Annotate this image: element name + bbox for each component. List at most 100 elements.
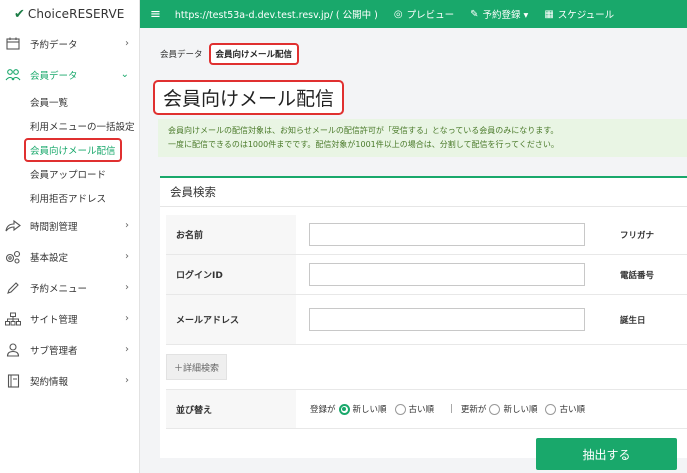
booking-label: 予約登録 ▾ <box>482 10 529 21</box>
search-row-login-id: ログインID 電話番号 <box>166 255 687 295</box>
page-title: 会員向けメール配信 <box>153 80 345 115</box>
chevron-right-icon: › <box>125 38 129 49</box>
submenu-item-member-list[interactable]: 会員一覧 <box>0 90 139 114</box>
notice-line: 会員向けメールの配信対象は、お知らせメールの配信許可が「受信する」となっている会… <box>168 126 559 135</box>
sidebar-item-label: サイト管理 <box>30 314 78 326</box>
user-icon <box>4 342 22 358</box>
sidebar-item-contract-info[interactable]: 契約情報 › <box>0 365 139 396</box>
member-search-panel: 会員検索 お名前 フリガナ ログインID 電話番号 メールアドレス 誕生日 ＋詳… <box>160 176 687 458</box>
radio-label: 古い順 <box>408 405 435 415</box>
sidebar-item-label: サブ管理者 <box>30 345 78 357</box>
sidebar-item-reservation-menu[interactable]: 予約メニュー › <box>0 272 139 303</box>
submenu-label: 利用拒否アドレス <box>30 194 107 205</box>
sidebar-item-label: 契約情報 <box>30 376 69 388</box>
sort-registered-prefix: 登録が <box>310 405 336 415</box>
radio-unchecked-icon <box>394 403 406 415</box>
panel-title: 会員検索 <box>160 178 687 207</box>
chevron-down-icon: ⌄ <box>120 69 129 80</box>
sort-separator: | <box>450 404 453 414</box>
schedule-link[interactable]: ▦ スケジュール <box>544 7 615 22</box>
phone-label: 電話番号 <box>620 270 655 281</box>
name-field-wrap <box>296 223 606 246</box>
sidebar-item-label: 時間割管理 <box>30 221 78 233</box>
email-field-wrap <box>296 308 606 331</box>
sidebar-item-reservations[interactable]: 予約データ › <box>0 28 139 59</box>
top-bar: ✔ ChoiceRESERVE ≡ https://test53a-d.dev.… <box>0 0 687 28</box>
sort-updated-newest-radio[interactable]: 新しい順 <box>489 403 537 415</box>
radio-label: 新しい順 <box>352 405 387 415</box>
sidebar-item-site-management[interactable]: サイト管理 › <box>0 303 139 334</box>
chevron-right-icon: › <box>125 313 129 324</box>
sidebar-item-label: 予約メニュー <box>30 283 88 295</box>
submenu-item-member-upload[interactable]: 会員アップロード <box>0 162 139 186</box>
login-id-input[interactable] <box>309 263 585 286</box>
brand-name: ChoiceRESERVE <box>27 7 125 21</box>
gears-icon <box>4 249 22 265</box>
sidebar-item-members[interactable]: 会員データ ⌄ <box>0 59 139 90</box>
chevron-right-icon: › <box>125 375 129 386</box>
radio-unchecked-icon <box>545 403 557 415</box>
sort-updated-prefix: 更新が <box>460 405 487 415</box>
breadcrumb-parent[interactable]: 会員データ <box>160 48 203 60</box>
breadcrumb-current: 会員向けメール配信 <box>208 43 300 65</box>
members-icon <box>4 67 22 83</box>
search-row-email: メールアドレス 誕生日 <box>166 295 687 345</box>
furigana-label: フリガナ <box>620 230 655 241</box>
birthday-label: 誕生日 <box>620 315 646 326</box>
eye-icon: ◎ <box>393 8 403 20</box>
submenu-item-bulk-menu[interactable]: 利用メニューの一括設定 <box>0 114 139 138</box>
sidebar-item-label: 予約データ <box>30 39 78 51</box>
sidebar-item-label: 基本設定 <box>30 252 69 264</box>
name-label: お名前 <box>166 215 296 254</box>
calendar-icon <box>4 36 22 52</box>
sort-registered-newest-radio[interactable]: 新しい順 <box>338 403 387 415</box>
chevron-right-icon: › <box>125 220 129 231</box>
sidebar-item-basic-settings[interactable]: 基本設定 › <box>0 241 139 272</box>
share-icon <box>4 218 22 234</box>
breadcrumb: 会員データ 会員向けメール配信 <box>160 43 300 65</box>
preview-link[interactable]: ◎ プレビュー <box>393 7 455 22</box>
search-row-name: お名前 フリガナ <box>166 215 687 255</box>
submenu-label: 会員アップロード <box>30 170 107 181</box>
chevron-right-icon: › <box>125 251 129 262</box>
pen-icon: ✎ <box>470 8 479 20</box>
sort-options: 登録が 新しい順 古い順 | 更新が 新しい順 古い順 <box>296 403 593 415</box>
radio-unchecked-icon <box>489 403 501 415</box>
advanced-search-button[interactable]: ＋詳細検索 <box>166 354 228 380</box>
main-content: 会員データ 会員向けメール配信 会員向けメール配信 会員向けメールの配信対象は、… <box>140 28 687 473</box>
email-input[interactable] <box>309 308 585 331</box>
sort-updated-oldest-radio[interactable]: 古い順 <box>545 403 585 415</box>
chevron-right-icon: › <box>125 282 129 293</box>
extract-button[interactable]: 抽出する <box>536 438 677 470</box>
sidebar-item-sub-admins[interactable]: サブ管理者 › <box>0 334 139 365</box>
hamburger-icon[interactable]: ≡ <box>150 7 161 22</box>
sidebar-item-timetable[interactable]: 時間割管理 › <box>0 210 139 241</box>
sort-registered-oldest-radio[interactable]: 古い順 <box>394 403 435 415</box>
brand-check-icon: ✔ <box>14 6 25 22</box>
submenu-item-blocked-addresses[interactable]: 利用拒否アドレス <box>0 186 139 210</box>
name-input[interactable] <box>309 223 585 246</box>
notice-line: 一度に配信できるのは1000件までです。配信対象が1001件以上の場合は、分割し… <box>168 140 559 149</box>
sidebar: 予約データ › 会員データ ⌄ 会員一覧 利用メニューの一括設定 会員向けメール… <box>0 28 140 473</box>
email-label: メールアドレス <box>166 295 296 344</box>
radio-label: 新しい順 <box>503 405 538 415</box>
preview-label: プレビュー <box>406 10 455 21</box>
sidebar-item-label: 会員データ <box>30 70 78 82</box>
sort-row: 並び替え 登録が 新しい順 古い順 | 更新が 新しい順 古い順 <box>166 389 687 429</box>
sitemap-icon <box>4 311 22 327</box>
booking-dropdown[interactable]: ✎ 予約登録 ▾ <box>470 7 529 22</box>
sort-label: 並び替え <box>166 390 296 428</box>
radio-checked-icon <box>338 403 350 415</box>
pencil-icon <box>4 280 22 296</box>
notice-box: 会員向けメールの配信対象は、お知らせメールの配信許可が「受信する」となっている会… <box>158 119 687 157</box>
chevron-right-icon: › <box>125 344 129 355</box>
submenu-label: 利用メニューの一括設定 <box>30 122 135 133</box>
site-url-link[interactable]: https://test53a-d.dev.test.resv.jp/ ( 公開… <box>175 7 378 21</box>
search-form: お名前 フリガナ ログインID 電話番号 メールアドレス 誕生日 <box>166 215 687 345</box>
brand-logo[interactable]: ✔ ChoiceRESERVE <box>0 0 140 28</box>
submenu-item-member-mail[interactable]: 会員向けメール配信 <box>0 138 139 162</box>
document-icon <box>4 373 22 389</box>
submenu-label: 会員一覧 <box>30 98 69 109</box>
login-id-field-wrap <box>296 263 606 286</box>
schedule-label: スケジュール <box>557 10 615 21</box>
